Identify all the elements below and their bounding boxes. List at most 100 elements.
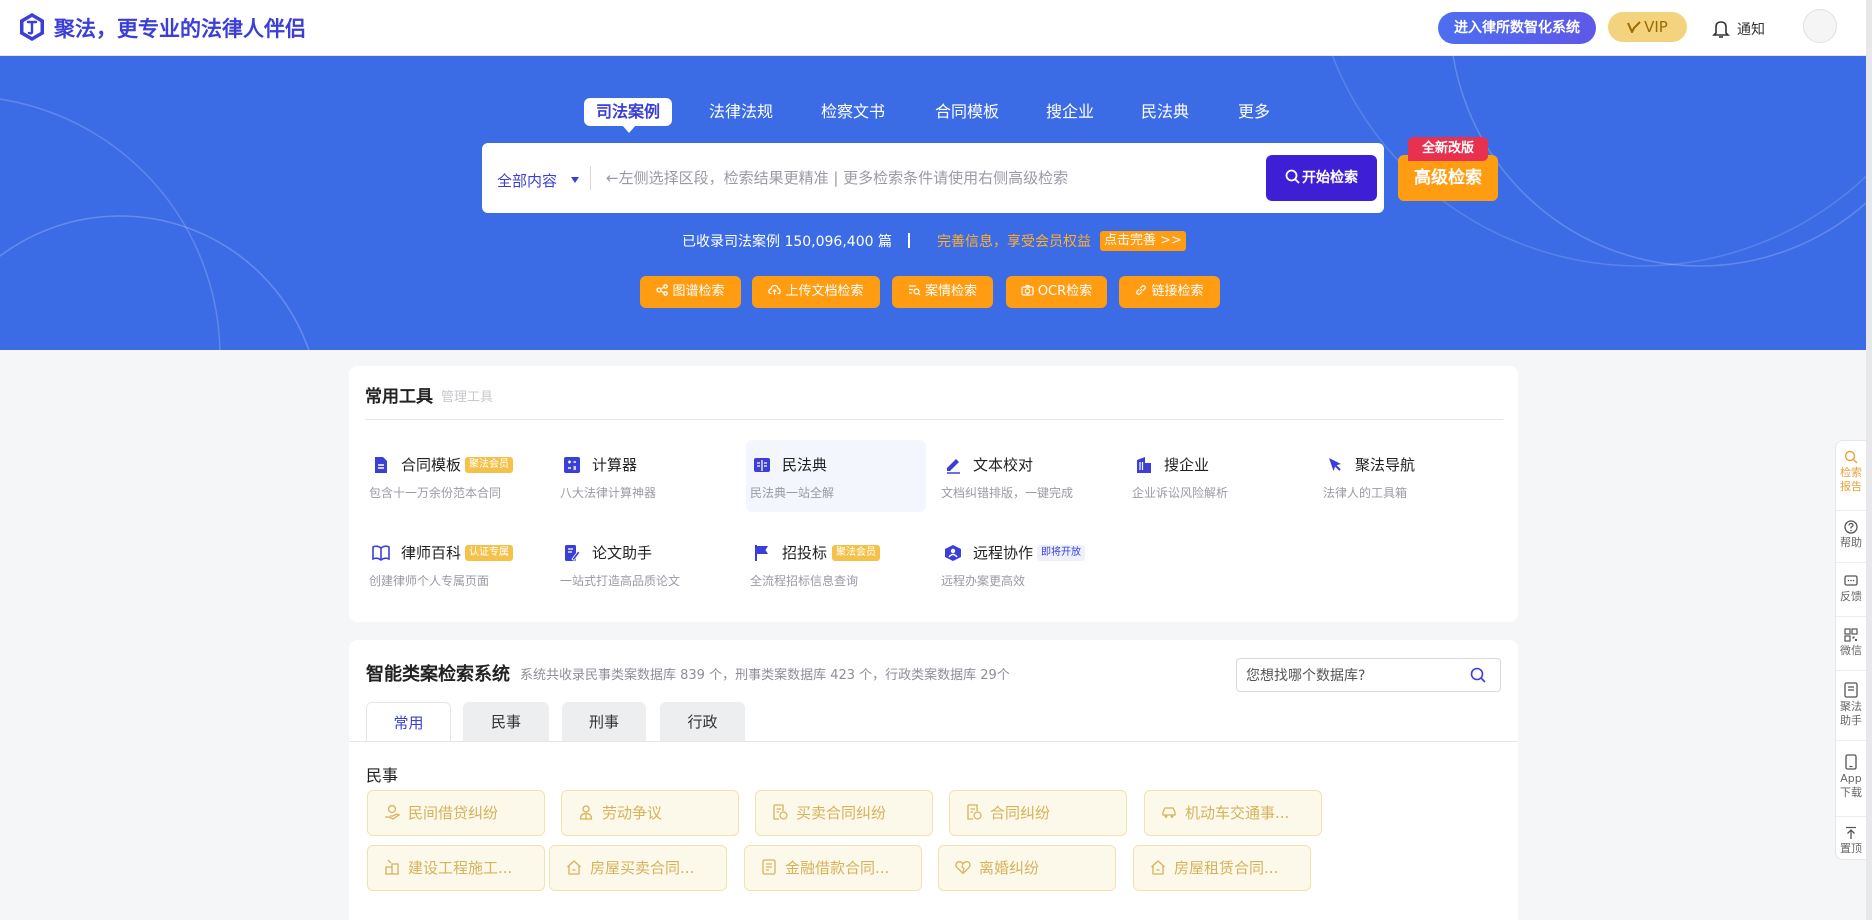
tool-contract-templates[interactable]: 合同模板 聚法会员 包含十一万余份范本合同: [365, 440, 545, 512]
case-tab-administrative[interactable]: 行政: [660, 702, 745, 742]
case-chip[interactable]: 机动车交通事...: [1144, 790, 1322, 836]
tool-lawyer-wiki[interactable]: 律师百科 认证专属 创建律师个人专属页面: [365, 528, 545, 600]
case-chip[interactable]: 买卖合同纠纷: [755, 790, 933, 836]
complete-info-link[interactable]: 完善信息，享受会员权益: [937, 231, 1091, 251]
case-chip[interactable]: 合同纠纷: [949, 790, 1127, 836]
tool-calculator[interactable]: 计算器 八大法律计算神器: [556, 440, 736, 512]
enter-firm-system-button[interactable]: 进入律所数智化系统: [1438, 12, 1596, 44]
case-tabs-divider: [349, 741, 1518, 742]
tab-civil-code[interactable]: 民法典: [1130, 97, 1200, 127]
search-icon[interactable]: [1470, 667, 1486, 683]
ocr-search-label: OCR检索: [1037, 284, 1093, 299]
tool-text-proofread[interactable]: 文本校对 文档纠错排版，一键完成: [937, 440, 1117, 512]
tool-desc: 创建律师个人专属页面: [369, 574, 490, 588]
camera-icon: [1021, 284, 1034, 296]
tool-badge: 聚法会员: [832, 545, 880, 561]
case-count-text: 已收录司法案例 150,096,400 篇: [682, 234, 892, 250]
side-help[interactable]: 帮助: [1836, 520, 1866, 550]
assistant-icon: [1844, 682, 1858, 698]
search-input[interactable]: [606, 166, 1256, 190]
tool-name: 民法典: [782, 456, 828, 474]
graph-search-label: 图谱检索: [672, 284, 725, 299]
case-chip[interactable]: 离婚纠纷: [938, 845, 1116, 891]
tool-jufa-navigation[interactable]: 聚法导航 法律人的工具箱: [1319, 440, 1499, 512]
case-chip[interactable]: 金融借款合同...: [744, 845, 922, 891]
pen-doc-icon: [565, 545, 581, 562]
complete-info-button[interactable]: 点击完善 >>: [1100, 231, 1186, 251]
tool-desc: 企业诉讼风险解析: [1132, 486, 1229, 500]
tab-laws[interactable]: 法律法规: [700, 97, 782, 127]
case-chip[interactable]: 劳动争议: [561, 790, 739, 836]
tab-judicial-cases[interactable]: 司法案例: [584, 98, 672, 126]
qrcode-icon: [1844, 628, 1858, 642]
side-search-report[interactable]: 检索报告: [1836, 450, 1866, 494]
tool-desc: 远程办案更高效: [941, 574, 1026, 588]
chevron-down-icon[interactable]: [571, 177, 579, 183]
ocr-search-button[interactable]: OCR检索: [1006, 276, 1107, 308]
vip-button[interactable]: VIP: [1608, 12, 1687, 42]
tool-badge: 认证专属: [465, 545, 513, 561]
car-icon: [1162, 807, 1176, 818]
case-chip[interactable]: 房屋租赁合同...: [1133, 845, 1311, 891]
case-chip-label: 合同纠纷: [990, 804, 1051, 822]
search-icon: [1844, 450, 1858, 464]
case-fact-search-label: 案情检索: [924, 284, 977, 299]
tool-thesis-assistant[interactable]: 论文助手 一站式打造高品质论文: [556, 528, 736, 600]
graph-search-button[interactable]: 图谱检索: [640, 276, 741, 308]
link-search-label: 链接检索: [1151, 284, 1204, 299]
tab-more[interactable]: 更多: [1224, 97, 1284, 127]
side-back-to-top[interactable]: 置顶: [1836, 826, 1866, 856]
site-slogan[interactable]: 聚法，更专业的法律人伴侣: [54, 13, 306, 43]
vip-icon: [1627, 21, 1641, 35]
case-system-subtitle: 系统共收录民事类案数据库 839 个，刑事类案数据库 423 个，行政类案数据库…: [520, 668, 1010, 683]
logo-icon[interactable]: [18, 12, 46, 42]
graph-icon: [656, 284, 669, 296]
arrow-up-icon: [1846, 826, 1856, 839]
case-tab-civil[interactable]: 民事: [463, 702, 549, 742]
worker-icon: [579, 805, 593, 820]
tab-contract-templates[interactable]: 合同模板: [926, 97, 1008, 127]
upload-doc-search-button[interactable]: 上传文档检索: [752, 276, 880, 308]
tool-name: 聚法导航: [1355, 456, 1416, 474]
stats-separator: [908, 233, 910, 248]
side-wechat[interactable]: 微信: [1836, 628, 1866, 658]
side-feedback[interactable]: 反馈: [1836, 574, 1866, 604]
tool-name: 文本校对: [973, 456, 1034, 474]
case-tab-common[interactable]: 常用: [366, 702, 451, 742]
avatar[interactable]: [1803, 9, 1837, 43]
side-jufa-assistant[interactable]: 聚法助手: [1836, 682, 1866, 728]
case-chip[interactable]: 建设工程施工...: [367, 845, 545, 891]
case-fact-search-button[interactable]: 案情检索: [892, 276, 993, 308]
tab-search-company[interactable]: 搜企业: [1036, 97, 1104, 127]
database-search-input[interactable]: [1246, 666, 1456, 686]
manage-tools-link[interactable]: 管理工具: [441, 386, 493, 405]
case-system-title: 智能类案检索系统: [366, 664, 510, 685]
case-chip[interactable]: 民间借贷纠纷: [367, 790, 545, 836]
start-search-label: 开始检索: [1302, 170, 1358, 186]
case-fact-icon: [908, 285, 921, 296]
broken-heart-icon: [955, 861, 971, 875]
cursor-icon: [1329, 458, 1341, 471]
tab-procuratorate-docs[interactable]: 检察文书: [808, 97, 898, 127]
tool-desc: 民法典一站全解: [750, 486, 835, 500]
side-item-label: 聚法助手: [1840, 700, 1862, 727]
tool-badge: 即将开放: [1037, 545, 1085, 561]
case-chip[interactable]: 房屋买卖合同...: [549, 845, 727, 891]
case-tab-criminal[interactable]: 刑事: [562, 702, 646, 742]
side-item-label: App下载: [1840, 772, 1862, 799]
upload-doc-search-label: 上传文档检索: [785, 284, 864, 299]
tool-civil-code[interactable]: 民法典 民法典一站全解: [746, 440, 926, 512]
bell-icon[interactable]: [1712, 19, 1730, 39]
case-chip-label: 金融借款合同...: [785, 859, 890, 877]
notify-label[interactable]: 通知: [1737, 19, 1765, 39]
advanced-search-button[interactable]: 高级检索: [1398, 155, 1498, 201]
side-divider: [1836, 510, 1866, 511]
side-app-download[interactable]: App下载: [1836, 754, 1866, 800]
tool-search-company[interactable]: 搜企业 企业诉讼风险解析: [1128, 440, 1308, 512]
tool-tender[interactable]: 招投标 聚法会员 全流程招标信息查询: [746, 528, 926, 600]
scope-select[interactable]: 全部内容: [497, 170, 557, 191]
start-search-button[interactable]: 开始检索: [1266, 155, 1377, 201]
upload-icon: [768, 284, 782, 295]
link-search-button[interactable]: 链接检索: [1119, 276, 1220, 308]
tool-remote-collab[interactable]: 远程协作 即将开放 远程办案更高效: [937, 528, 1127, 600]
